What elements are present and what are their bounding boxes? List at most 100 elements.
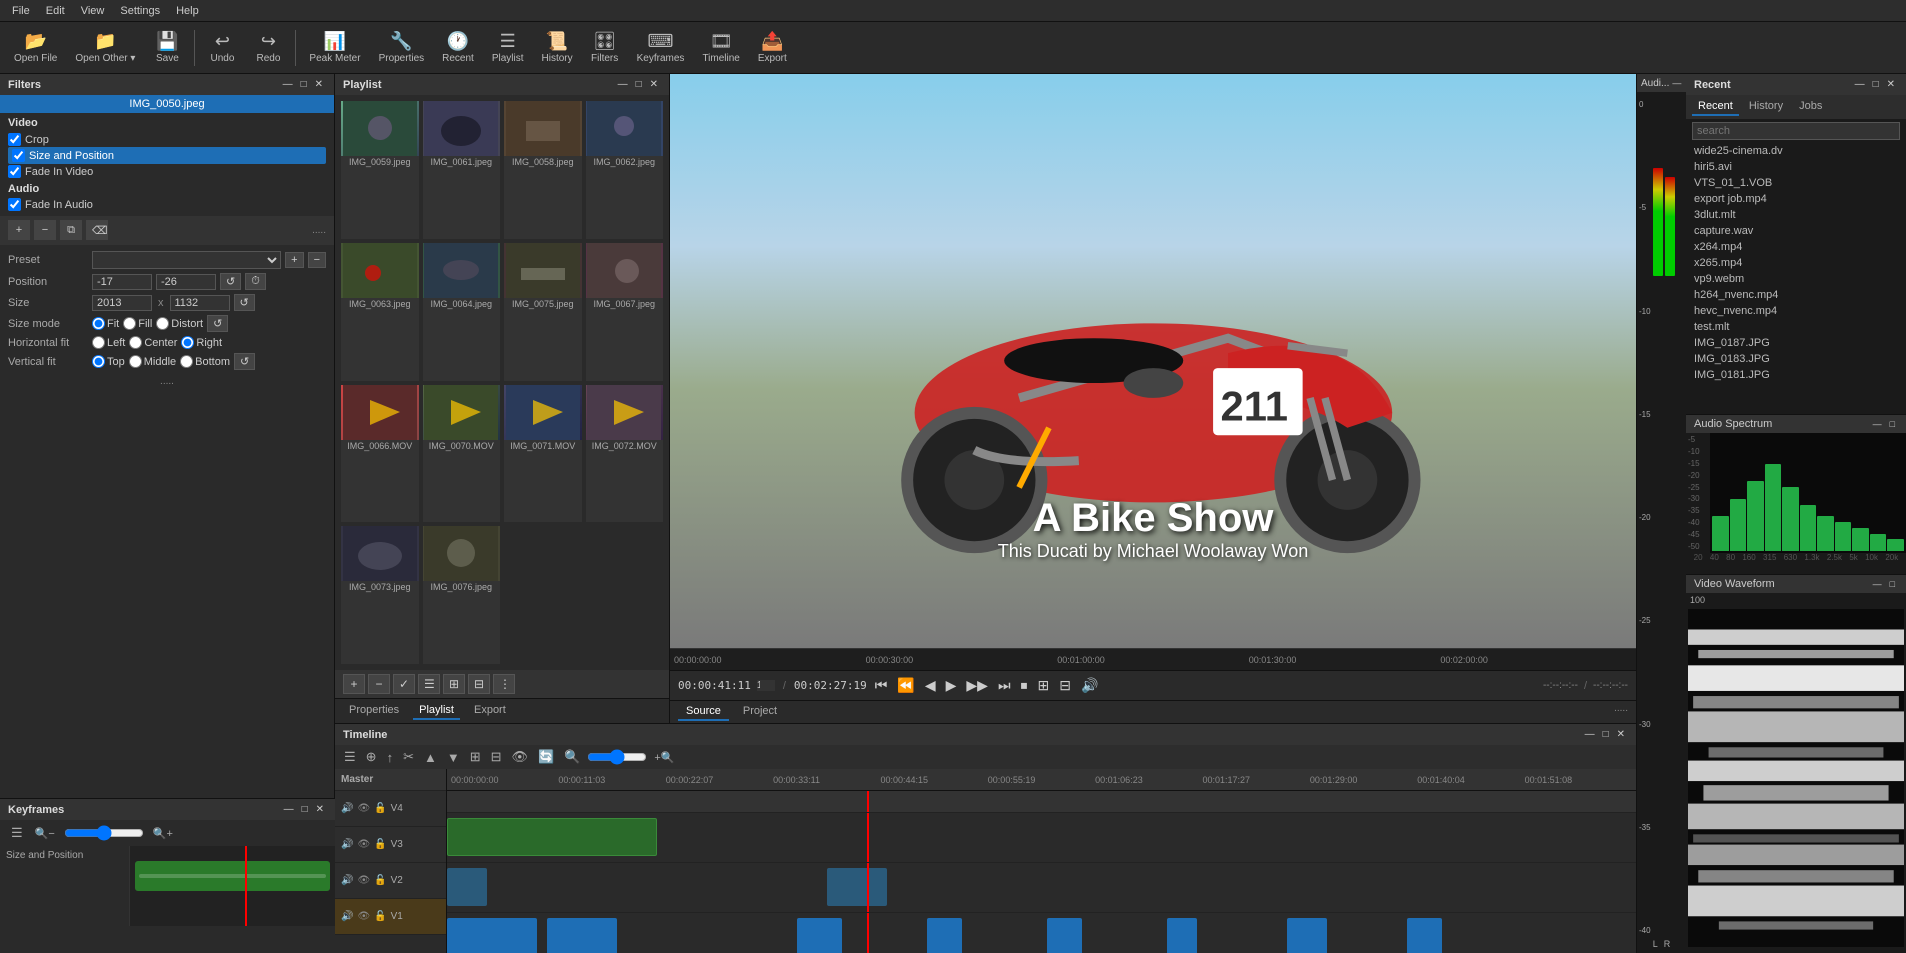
size-reset-btn[interactable]: ↺: [234, 294, 255, 311]
filter-size-position[interactable]: Size and Position: [8, 147, 326, 164]
skip-start-btn[interactable]: ⏮: [873, 675, 890, 696]
tab-export[interactable]: Export: [468, 702, 512, 720]
hfit-left[interactable]: Left: [92, 336, 125, 349]
filters-minimize[interactable]: —: [280, 78, 296, 91]
kf-close[interactable]: ✕: [313, 803, 327, 816]
filter-add-btn[interactable]: +: [8, 220, 30, 240]
list-item[interactable]: IMG_0073.jpeg: [341, 526, 419, 664]
filter-fa-check[interactable]: [8, 198, 21, 211]
recent-item[interactable]: export job.mp4: [1686, 191, 1906, 207]
spectrum-maximize[interactable]: □: [1887, 418, 1898, 430]
open-file-button[interactable]: 📂 Open File: [6, 28, 65, 67]
recent-item[interactable]: hevc_nvenc.mp4: [1686, 303, 1906, 319]
prev-frame-btn[interactable]: ⏪: [895, 675, 916, 696]
kf-zoom-slider[interactable]: [64, 825, 144, 841]
filters-close[interactable]: ✕: [312, 78, 326, 91]
filter-crop[interactable]: Crop: [8, 132, 326, 147]
properties-button[interactable]: 🔧 Properties: [371, 28, 433, 67]
list-item[interactable]: IMG_0061.jpeg: [423, 101, 501, 239]
export-button[interactable]: 📤 Export: [750, 28, 795, 67]
kf-zoom-out-btn[interactable]: 🔍−: [32, 826, 58, 841]
filter-fv-check[interactable]: [8, 165, 21, 178]
tl-v4-track[interactable]: [447, 813, 1636, 863]
tl-loop-btn[interactable]: 🔄: [535, 748, 557, 766]
size-mode-reset-btn[interactable]: ↺: [207, 315, 228, 332]
tl-v2-clip8[interactable]: [1407, 918, 1442, 953]
filter-remove-btn[interactable]: −: [34, 220, 56, 240]
recent-item[interactable]: VTS_01_1.VOB: [1686, 175, 1906, 191]
menu-edit[interactable]: Edit: [38, 3, 73, 19]
v3-lock-icon[interactable]: 🔓: [374, 839, 386, 850]
recent-tab-recent[interactable]: Recent: [1692, 98, 1739, 116]
list-item[interactable]: IMG_0058.jpeg: [504, 101, 582, 239]
tl-track-up-btn[interactable]: ▲: [421, 749, 440, 766]
menu-view[interactable]: View: [73, 3, 113, 19]
recent-close[interactable]: ✕: [1884, 78, 1898, 91]
spectrum-minimize[interactable]: —: [1870, 418, 1885, 430]
v3-eye-icon[interactable]: 👁: [357, 839, 370, 850]
tl-minimize[interactable]: —: [1582, 728, 1598, 741]
tl-v2-clip6[interactable]: [1167, 918, 1197, 953]
v2-eye-icon[interactable]: 👁: [357, 875, 370, 886]
tab-source[interactable]: Source: [678, 703, 729, 721]
hfit-center[interactable]: Center: [129, 336, 177, 349]
v1-audio-icon[interactable]: 🔊: [341, 911, 353, 922]
position-x-input[interactable]: [92, 274, 152, 290]
tl-zoom-in-btn[interactable]: +🔍: [651, 750, 677, 765]
history-button[interactable]: 📜 History: [534, 28, 581, 67]
size-mode-fill[interactable]: Fill: [123, 317, 152, 330]
filter-fade-audio[interactable]: Fade In Audio: [8, 197, 326, 212]
list-item[interactable]: IMG_0063.jpeg: [341, 243, 419, 381]
time-spin[interactable]: [757, 680, 775, 691]
recent-item[interactable]: capture.wav: [1686, 223, 1906, 239]
pl-add-btn[interactable]: +: [343, 674, 365, 694]
tl-v2-clip5[interactable]: [1047, 918, 1082, 953]
list-item[interactable]: IMG_0067.jpeg: [586, 243, 664, 381]
tl-v2-track[interactable]: [447, 913, 1636, 953]
filters-button[interactable]: 🎛 Filters: [583, 28, 627, 67]
vfit-reset-btn[interactable]: ↺: [234, 353, 255, 370]
preset-add-btn[interactable]: +: [285, 252, 303, 268]
playlist-minimize[interactable]: —: [615, 78, 631, 91]
recent-maximize[interactable]: □: [1870, 78, 1882, 91]
playlist-button[interactable]: ☰ Playlist: [484, 28, 532, 67]
kf-zoom-in-btn[interactable]: 🔍+: [150, 826, 176, 841]
v4-lock-icon[interactable]: 🔓: [374, 803, 386, 814]
v2-lock-icon[interactable]: 🔓: [374, 875, 386, 886]
v3-audio-icon[interactable]: 🔊: [341, 839, 353, 850]
undo-button[interactable]: ↩ Undo: [200, 28, 244, 67]
pl-detail-view-btn[interactable]: ⊟: [468, 674, 490, 694]
recent-item[interactable]: IMG_0183.JPG: [1686, 351, 1906, 367]
recent-item[interactable]: x265.mp4: [1686, 255, 1906, 271]
vol-btn[interactable]: 🔊: [1079, 675, 1100, 696]
kf-maximize[interactable]: □: [299, 803, 311, 816]
tab-properties[interactable]: Properties: [343, 702, 405, 720]
pl-more-btn[interactable]: ⋮: [493, 674, 515, 694]
pl-grid-view-btn[interactable]: ⊞: [443, 674, 465, 694]
filters-maximize[interactable]: □: [298, 78, 310, 91]
pl-check-btn[interactable]: ✓: [393, 674, 415, 694]
kf-content[interactable]: [130, 846, 335, 926]
menu-help[interactable]: Help: [168, 3, 207, 19]
tl-track-down-btn[interactable]: ▼: [444, 749, 463, 766]
timeline-button[interactable]: 🎞 Timeline: [694, 28, 747, 67]
tl-close[interactable]: ✕: [1614, 728, 1628, 741]
list-item[interactable]: IMG_0062.jpeg: [586, 101, 664, 239]
recent-item[interactable]: wide25-cinema.dv: [1686, 143, 1906, 159]
pl-list-view-btn[interactable]: ☰: [418, 674, 440, 694]
list-item[interactable]: IMG_0070.MOV: [423, 385, 501, 523]
hfit-right[interactable]: Right: [181, 336, 222, 349]
size-w-input[interactable]: [92, 295, 152, 311]
filter-paste-btn[interactable]: ⌫: [86, 220, 108, 240]
preset-select[interactable]: [92, 251, 281, 269]
list-item[interactable]: IMG_0071.MOV: [504, 385, 582, 523]
v4-audio-icon[interactable]: 🔊: [341, 803, 353, 814]
list-item[interactable]: IMG_0066.MOV: [341, 385, 419, 523]
tl-maximize[interactable]: □: [1600, 728, 1612, 741]
tl-lift-btn[interactable]: ↑: [384, 749, 397, 766]
filter-fade-video[interactable]: Fade In Video: [8, 164, 326, 179]
list-item[interactable]: IMG_0075.jpeg: [504, 243, 582, 381]
position-keyframe-btn[interactable]: ⏱: [245, 273, 266, 290]
tab-playlist[interactable]: Playlist: [413, 702, 460, 720]
recent-item[interactable]: hiri5.avi: [1686, 159, 1906, 175]
